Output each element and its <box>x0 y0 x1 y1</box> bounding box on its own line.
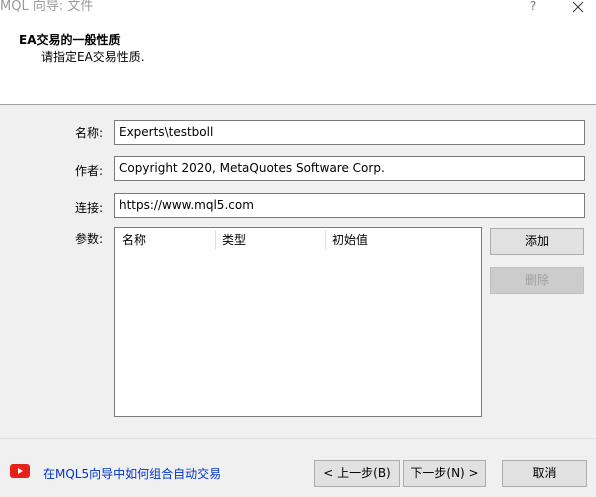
column-header-type[interactable]: 类型 <box>215 228 325 252</box>
youtube-icon[interactable] <box>10 464 30 478</box>
footer-divider <box>0 438 596 439</box>
link-field[interactable]: https://www.mql5.com <box>114 193 585 218</box>
next-button[interactable]: 下一步(N) > <box>403 460 486 487</box>
link-label: 连接: <box>74 201 103 215</box>
column-header-initial-value[interactable]: 初始值 <box>325 228 475 252</box>
cancel-button[interactable]: 取消 <box>502 460 587 487</box>
params-table[interactable]: 名称 类型 初始值 <box>114 227 482 417</box>
name-label: 名称: <box>74 126 103 140</box>
back-button[interactable]: < 上一步(B) <box>314 460 400 487</box>
author-field[interactable]: Copyright 2020, MetaQuotes Software Corp… <box>114 156 585 181</box>
add-button[interactable]: 添加 <box>490 228 584 255</box>
page-title: EA交易的一般性质 <box>19 33 121 47</box>
page-subtitle: 请指定EA交易性质. <box>41 50 145 64</box>
close-icon <box>572 1 584 13</box>
help-button[interactable]: ? <box>527 0 539 14</box>
help-link[interactable]: 在MQL5向导中如何组合自动交易 <box>43 465 221 482</box>
params-label: 参数: <box>74 232 103 246</box>
close-button[interactable] <box>571 0 585 14</box>
title-bar: MQL 向导: 文件 ? <box>0 0 596 24</box>
delete-button[interactable]: 删除 <box>490 267 584 294</box>
params-table-header: 名称 类型 初始值 <box>115 228 481 252</box>
name-field[interactable]: Experts\testboll <box>114 120 585 145</box>
author-label: 作者: <box>74 164 103 178</box>
wizard-header: EA交易的一般性质 请指定EA交易性质. <box>0 24 596 105</box>
window-title: MQL 向导: 文件 <box>0 0 94 14</box>
column-header-name[interactable]: 名称 <box>115 228 215 252</box>
